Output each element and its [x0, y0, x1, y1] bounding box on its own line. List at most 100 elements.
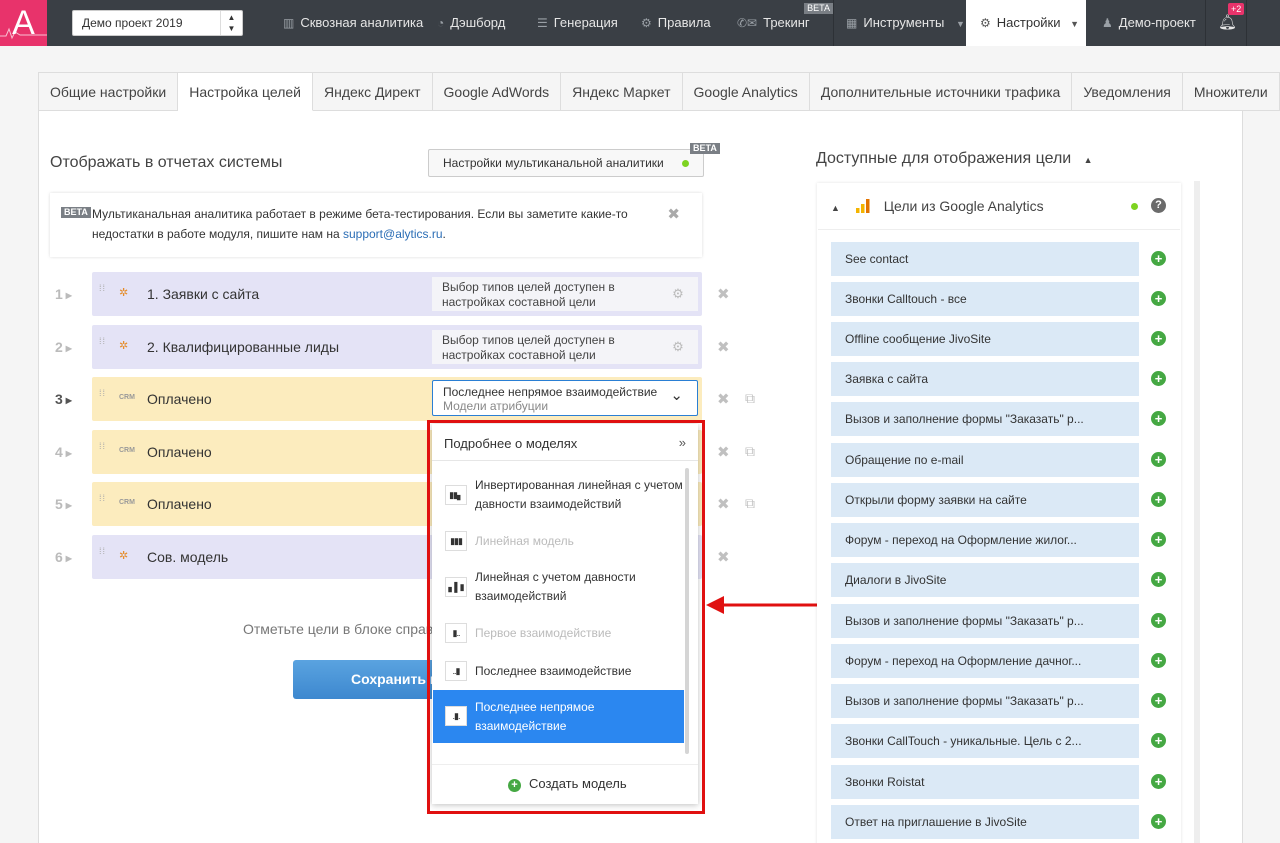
available-goal[interactable]: Offline сообщение JivoSite	[831, 322, 1139, 356]
annotation-highlight-frame	[427, 420, 705, 814]
available-goal[interactable]: Обращение по e-mail	[831, 443, 1139, 477]
available-goals-title[interactable]: Доступные для отображения цели ▲	[816, 150, 1093, 168]
drag-handle-icon[interactable]: ⁞⁞	[99, 547, 105, 565]
google-analytics-icon	[855, 199, 870, 213]
add-goal-icon[interactable]: +	[1151, 733, 1166, 748]
available-goal[interactable]: Звонки CallTouch - уникальные. Цель с 2.…	[831, 724, 1139, 758]
tab-multipliers[interactable]: Множители	[1182, 72, 1280, 111]
drag-handle-icon[interactable]: ⁞⁞	[99, 284, 105, 302]
row-number: 3 ▶	[55, 391, 72, 407]
drag-handle-icon[interactable]: ⁞⁞	[99, 337, 105, 355]
remove-icon[interactable]: ✖	[717, 338, 730, 356]
alytics-logo[interactable]: A	[0, 0, 47, 46]
nav-tracking[interactable]: ✆✉ Трекинг BETA	[737, 0, 833, 46]
tab-yandex-market[interactable]: Яндекс Маркет	[561, 72, 683, 111]
support-email-link[interactable]: support@alytics.ru	[343, 227, 443, 241]
add-goal-icon[interactable]: +	[1151, 693, 1166, 708]
add-goal-icon[interactable]: +	[1151, 331, 1166, 346]
add-goal-icon[interactable]: +	[1151, 774, 1166, 789]
caret-right-icon: ▶	[65, 448, 72, 458]
goal-row[interactable]: ⁞⁞ ✲ 1. Заявки с сайта Выбор типов целей…	[92, 272, 702, 316]
row-number: 5 ▶	[55, 496, 72, 512]
tab-general[interactable]: Общие настройки	[38, 72, 179, 111]
gear-icon[interactable]: ⚙	[658, 277, 698, 311]
page-scrollbar[interactable]	[1194, 181, 1200, 843]
add-goal-icon[interactable]: +	[1151, 492, 1166, 507]
copy-icon[interactable]: ⧉	[745, 443, 755, 460]
add-goal-icon[interactable]: +	[1151, 572, 1166, 587]
nav-rules[interactable]: ⚙ Правила	[641, 0, 711, 46]
caret-up-icon: ▲	[1083, 155, 1093, 165]
composite-goal-icon: ✲	[119, 287, 129, 299]
nav-generation[interactable]: ☰ Генерация	[537, 0, 618, 46]
available-goal[interactable]: Ответ на приглашение в JivoSite	[831, 805, 1139, 839]
tab-notifications[interactable]: Уведомления	[1072, 72, 1183, 111]
add-goal-icon[interactable]: +	[1151, 291, 1166, 306]
add-goal-icon[interactable]: +	[1151, 411, 1166, 426]
row-number: 1 ▶	[55, 286, 72, 302]
add-goal-icon[interactable]: +	[1151, 371, 1166, 386]
available-goal[interactable]: Форум - переход на Оформление дачног...	[831, 644, 1139, 678]
add-goal-icon[interactable]: +	[1151, 653, 1166, 668]
available-goal[interactable]: Форум - переход на Оформление жилог...	[831, 523, 1139, 557]
remove-icon[interactable]: ✖	[717, 443, 730, 461]
add-goal-icon[interactable]: +	[1151, 814, 1166, 829]
available-goal[interactable]: Вызов и заполнение формы "Заказать" р...	[831, 684, 1139, 718]
available-goal[interactable]: Звонки Roistat	[831, 765, 1139, 799]
remove-icon[interactable]: ✖	[717, 495, 730, 513]
crm-icon: CRM	[119, 499, 135, 506]
available-goal[interactable]: Открыли форму заявки на сайте	[831, 483, 1139, 517]
nav-end-to-end-analytics[interactable]: ▥ Сквозная аналитика	[283, 0, 423, 46]
tab-yandex-direct[interactable]: Яндекс Директ	[312, 72, 433, 111]
gauge-icon: ◔	[437, 16, 445, 30]
available-goal[interactable]: See contact	[831, 242, 1139, 276]
nav-divider	[1246, 0, 1247, 46]
tab-extra-sources[interactable]: Дополнительные источники трафика	[809, 72, 1073, 111]
nav-tools[interactable]: ▦ Инструменты ▼	[846, 0, 971, 46]
available-goal[interactable]: Диалоги в JivoSite	[831, 563, 1139, 597]
help-icon[interactable]: ?	[1151, 198, 1166, 213]
available-goal[interactable]: Вызов и заполнение формы "Заказать" р...	[831, 604, 1139, 638]
drag-handle-icon[interactable]: ⁞⁞	[99, 442, 105, 460]
remove-icon[interactable]: ✖	[717, 548, 730, 566]
remove-icon[interactable]: ✖	[717, 390, 730, 408]
multichannel-settings-button[interactable]: Настройки мультиканальной аналитики	[428, 149, 704, 177]
add-goal-icon[interactable]: +	[1151, 613, 1166, 628]
available-goal[interactable]: Вызов и заполнение формы "Заказать" р...	[831, 402, 1139, 436]
goal-name: Оплачено	[147, 391, 212, 407]
goal-name: 1. Заявки с сайта	[147, 286, 260, 302]
add-goal-icon[interactable]: +	[1151, 452, 1166, 467]
tab-google-analytics[interactable]: Google Analytics	[682, 72, 810, 111]
project-select[interactable]: Демо проект 2019 ▲ ▼	[72, 10, 243, 36]
nav-demo-project[interactable]: ♟ Демо-проект	[1102, 0, 1196, 46]
goal-name: 2. Квалифицированные лиды	[147, 339, 340, 355]
empty-hint: Отметьте цели в блоке справ	[243, 621, 434, 637]
save-button[interactable]: Сохранить и	[293, 660, 440, 699]
composite-goal-icon: ✲	[119, 340, 129, 352]
add-goal-icon[interactable]: +	[1151, 251, 1166, 266]
copy-icon[interactable]: ⧉	[745, 390, 755, 407]
beta-badge: BETA	[690, 143, 720, 154]
ga-goals-header[interactable]: ▲ Цели из Google Analytics	[831, 198, 1044, 214]
goal-row[interactable]: ⁞⁞ ✲ 2. Квалифицированные лиды Выбор тип…	[92, 325, 702, 369]
available-goal[interactable]: Звонки Calltouch - все	[831, 282, 1139, 316]
copy-icon[interactable]: ⧉	[745, 495, 755, 512]
attribution-model-select[interactable]: Последнее непрямое взаимодействие Модели…	[432, 380, 698, 416]
drag-handle-icon[interactable]: ⁞⁞	[99, 494, 105, 512]
add-goal-icon[interactable]: +	[1151, 532, 1166, 547]
notification-count-badge: +2	[1228, 3, 1245, 15]
gear-icon: ⚙	[980, 16, 991, 30]
phone-mail-icon: ✆✉	[737, 16, 758, 30]
nav-dashboard[interactable]: ◔ Дэшборд	[437, 0, 505, 46]
tab-google-adwords[interactable]: Google AdWords	[432, 72, 562, 111]
tab-goals[interactable]: Настройка целей	[178, 72, 313, 111]
status-dot-icon	[682, 160, 689, 167]
available-goal[interactable]: Заявка с сайта	[831, 362, 1139, 396]
select-arrows-icon: ▲ ▼	[220, 11, 242, 35]
close-icon[interactable]: ✖	[667, 205, 680, 225]
gear-icon[interactable]: ⚙	[658, 330, 698, 364]
remove-icon[interactable]: ✖	[717, 285, 730, 303]
nav-settings[interactable]: ⚙ Настройки ▼	[966, 0, 1086, 46]
row-number: 2 ▶	[55, 339, 72, 355]
drag-handle-icon[interactable]: ⁞⁞	[99, 389, 105, 407]
